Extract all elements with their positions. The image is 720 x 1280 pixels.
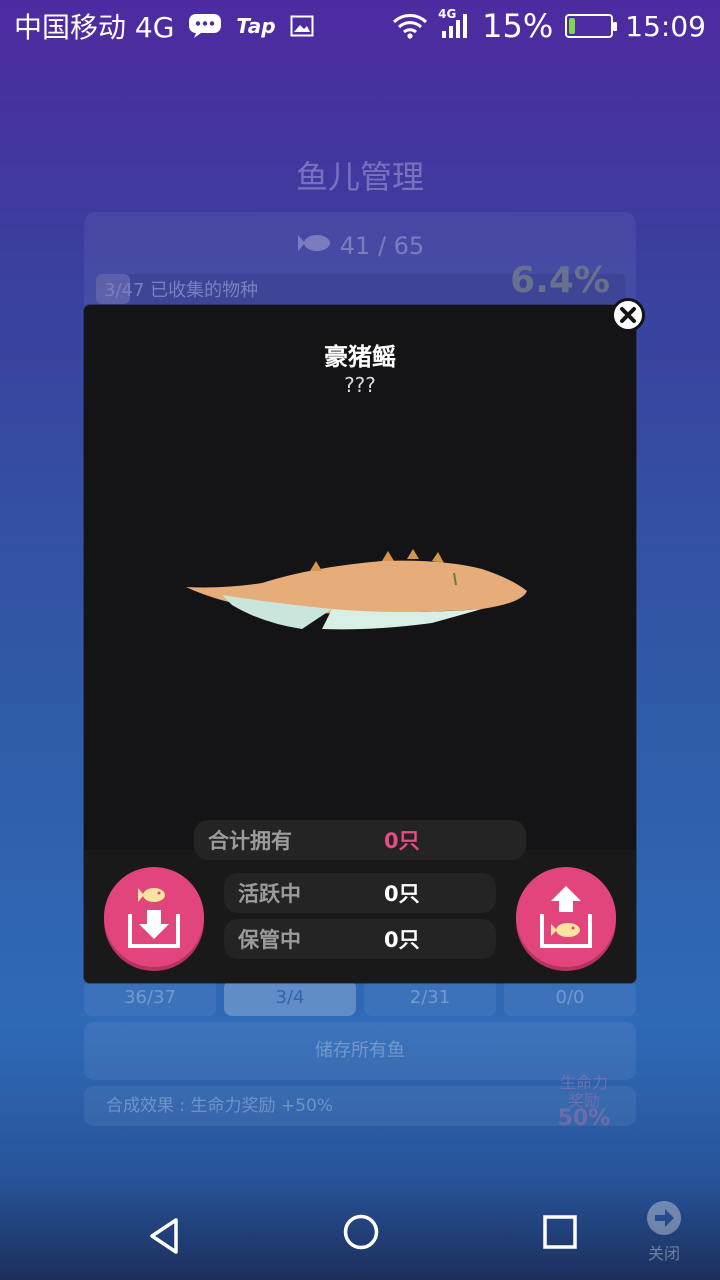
active-value: 0只: [384, 882, 420, 906]
network-badge: 4G: [438, 7, 457, 21]
store-fish-button[interactable]: [104, 867, 204, 967]
release-fish-button[interactable]: [516, 867, 616, 967]
battery-level: [569, 18, 576, 34]
navigation-bar: 关闭: [0, 1192, 720, 1280]
page-title: 鱼儿管理: [295, 158, 424, 196]
close-arrow-icon: [647, 1201, 681, 1235]
image-icon: [290, 15, 314, 37]
fish-store-icon: [128, 888, 180, 948]
collected-percent: 6.4%: [510, 260, 610, 301]
clock: 15:09: [625, 9, 706, 43]
total-owned-label: 合计拥有: [208, 829, 292, 853]
fish-name: 豪猪鳐: [324, 343, 396, 371]
total-owned-value: 0只: [384, 829, 420, 853]
collected-count: 3/47: [104, 280, 145, 301]
active-row: 活跃中 0只: [224, 873, 496, 913]
fish-release-icon: [540, 886, 592, 948]
tab-2[interactable]: 3/4: [224, 980, 356, 1016]
message-icon: [188, 13, 222, 39]
stored-value: 0只: [384, 928, 420, 952]
heart-percent: 50%: [557, 1106, 611, 1131]
total-owned-row: 合计拥有 0只: [194, 820, 526, 860]
fish-icon: [296, 232, 332, 260]
battery-percent: 15%: [482, 7, 554, 45]
close-shortcut[interactable]: 关闭: [636, 1200, 692, 1264]
tab-3[interactable]: 2/31: [364, 980, 496, 1016]
collected-label: 已收集的物种: [150, 280, 259, 301]
close-button[interactable]: [611, 298, 645, 332]
fish-illustration: [186, 549, 527, 630]
signal-icon: 4G: [438, 7, 470, 39]
active-label: 活跃中: [238, 882, 301, 906]
stored-row: 保管中 0只: [224, 919, 496, 959]
wifi-icon: [392, 13, 428, 39]
tab-1[interactable]: 36/37: [84, 980, 216, 1016]
status-bar: 中国移动 4G Tap 4G 15% 15:09: [0, 0, 720, 52]
home-button[interactable]: [333, 1204, 389, 1260]
battery-icon: [565, 14, 618, 38]
tab-4[interactable]: 0/0: [504, 980, 636, 1016]
stored-label: 保管中: [238, 928, 301, 952]
back-icon: [150, 1218, 178, 1254]
heart-label-1: 生命力: [559, 1073, 608, 1092]
recents-icon: [543, 1215, 577, 1249]
fish-count-value: 41 / 65: [339, 232, 425, 260]
close-icon: [620, 307, 636, 323]
recents-button[interactable]: [532, 1204, 588, 1260]
vitality-heart-badge: 生命力 奖励 50%: [546, 1074, 622, 1144]
tap-app-icon: Tap: [236, 14, 276, 38]
fish-subtitle: ???: [344, 373, 376, 397]
store-all-fish-button[interactable]: 储存所有鱼: [84, 1022, 636, 1080]
carrier-label: 中国移动 4G: [14, 11, 175, 44]
fish-count: 41 / 65: [84, 232, 636, 260]
fish-detail-modal: 豪猪鳐 ??? 合计拥有 0只 活跃中 0只 保管中 0只: [84, 298, 645, 983]
home-icon: [343, 1214, 379, 1250]
storage-tabs: 36/37 3/4 2/31 0/0: [84, 980, 636, 1016]
close-shortcut-label: 关闭: [647, 1244, 680, 1263]
back-button[interactable]: [136, 1208, 192, 1264]
